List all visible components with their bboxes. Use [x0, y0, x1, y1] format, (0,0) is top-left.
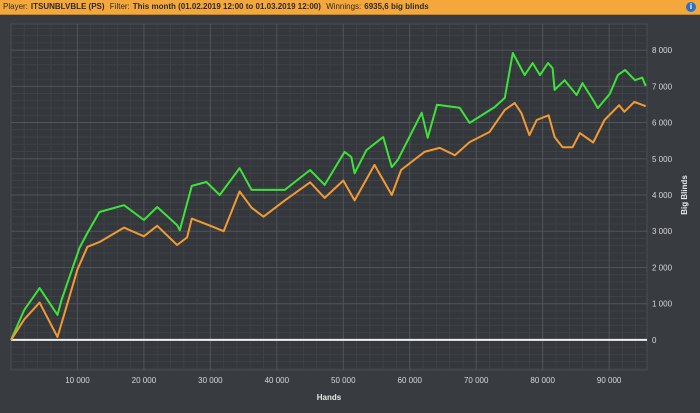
y-tick-label: 4 000: [652, 191, 673, 200]
x-tick-label: 80 000: [530, 376, 555, 385]
info-icon[interactable]: i: [686, 2, 696, 12]
x-tick-label: 40 000: [265, 376, 290, 385]
x-tick-label: 50 000: [331, 376, 356, 385]
y-tick-label: 2 000: [652, 263, 673, 272]
y-tick-label: 3 000: [652, 227, 673, 236]
x-tick-label: 60 000: [398, 376, 423, 385]
winnings-value: 6935,6 big blinds: [364, 2, 429, 11]
filter-header: Player: ITSUNBLVBLE (PS) Filter: This mont…: [0, 0, 700, 15]
y-tick-label: 0: [652, 336, 657, 345]
x-tick-label: 10 000: [65, 376, 90, 385]
x-tick-label: 30 000: [198, 376, 223, 385]
winnings-chart: 10 000 20 000 30 000 40 000 50 000 60 000 70 0…: [10, 23, 689, 402]
player-label: Player:: [3, 2, 28, 11]
y-tick-label: 8 000: [652, 46, 673, 55]
x-tick-label: 90 000: [597, 376, 622, 385]
y-axis-label: Big Blinds: [680, 175, 689, 215]
x-axis-label: Hands: [317, 393, 342, 402]
x-tick-label: 70 000: [464, 376, 489, 385]
y-tick-label: 1 000: [652, 300, 673, 309]
winnings-label: Winnings:: [326, 2, 362, 11]
x-tick-label: 20 000: [132, 376, 157, 385]
y-tick-label: 6 000: [652, 119, 673, 128]
filter-value: This month (01.02.2019 12:00 to 01.03.20…: [132, 2, 321, 11]
y-tick-label: 7 000: [652, 82, 673, 91]
y-tick-label: 5 000: [652, 155, 673, 164]
player-value: ITSUNBLVBLE (PS): [30, 2, 105, 11]
filter-label: Filter:: [109, 2, 130, 11]
